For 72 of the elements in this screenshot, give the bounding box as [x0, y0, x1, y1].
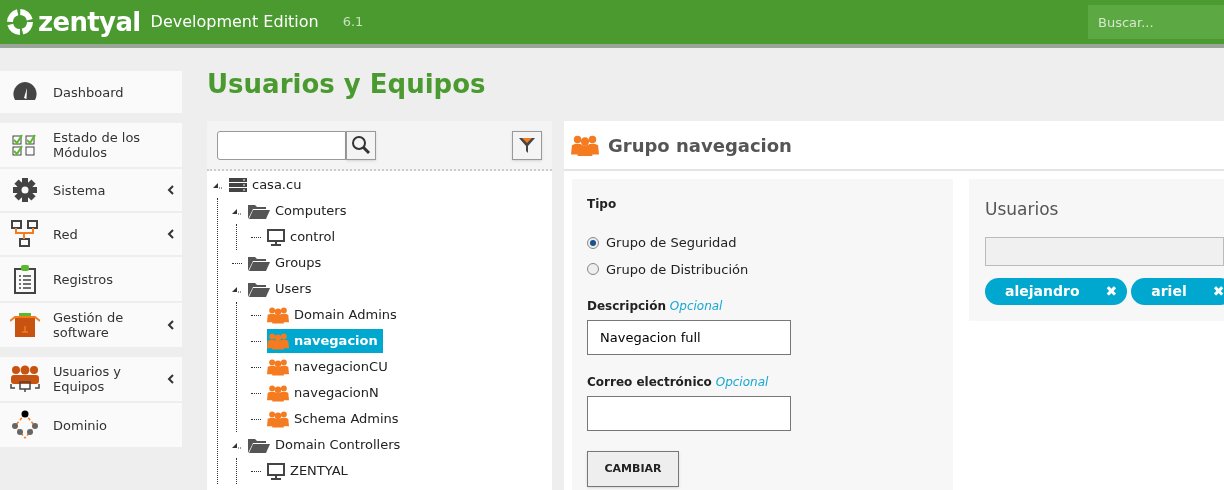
tree-node[interactable]: casa.cu — [229, 173, 307, 197]
logo-icon — [6, 8, 34, 36]
expanded-icon[interactable] — [232, 285, 242, 293]
chevron-icon — [167, 185, 174, 195]
tree-node[interactable]: Schema Admins — [267, 407, 404, 431]
folder-icon — [248, 437, 270, 453]
expanded-icon[interactable] — [232, 441, 242, 449]
sidebar-item[interactable]: Dominio — [0, 403, 182, 449]
server-icon — [229, 178, 247, 192]
tree-node[interactable]: control — [267, 225, 341, 249]
edition-label: Development Edition — [150, 11, 319, 33]
sidebar-item[interactable]: Red — [0, 213, 182, 257]
network-icon — [11, 220, 39, 248]
field-label: Descripción Opcional — [587, 298, 724, 315]
tree-node[interactable]: Groups — [248, 251, 327, 275]
field-label: Correo electrónico Opcional — [587, 374, 770, 391]
tree-node[interactable]: Users — [248, 277, 317, 301]
monitor-icon — [267, 462, 285, 480]
folder-icon — [248, 281, 270, 297]
chevron-icon — [167, 229, 174, 239]
search-button[interactable] — [346, 130, 376, 160]
group-icon — [267, 410, 289, 428]
folder-icon — [248, 203, 270, 219]
change-button[interactable]: CAMBIAR — [587, 451, 679, 487]
tree-search-field[interactable] — [217, 130, 346, 160]
tree-node[interactable]: navegacionN — [267, 381, 384, 405]
folder-icon — [248, 255, 270, 271]
filter-icon — [518, 136, 536, 154]
sidebar-item[interactable]: Usuarios y Equipos — [0, 357, 182, 403]
sidebar-item[interactable]: Sistema — [0, 169, 182, 213]
members-field[interactable] — [985, 236, 1224, 266]
radio-label: Grupo de Distribución — [606, 260, 749, 279]
logo-text: zentyal — [38, 5, 141, 39]
group-icon — [267, 358, 289, 376]
chevron-icon — [167, 320, 174, 330]
tree-icon — [9, 410, 41, 440]
tree-node[interactable]: Domain Controllers — [248, 433, 406, 457]
tree-node[interactable]: ZENTYAL — [267, 459, 353, 483]
tree-node[interactable]: Computers — [248, 199, 352, 223]
radio-button[interactable] — [587, 263, 599, 276]
monitor-icon — [267, 228, 285, 246]
radio-label: Grupo de Seguridad — [606, 234, 737, 252]
expanded-icon[interactable] — [213, 181, 223, 189]
sidebar-item[interactable]: Registros — [0, 257, 182, 303]
users-computer-icon — [9, 365, 41, 393]
group-icon — [267, 306, 289, 324]
checklist-icon — [12, 134, 38, 156]
text-field[interactable]: Navegacion full — [587, 320, 791, 355]
tree-node[interactable]: navegacionCU — [267, 355, 393, 379]
page-title: Usuarios y Equipos — [207, 68, 487, 101]
expanded-icon[interactable] — [232, 207, 242, 215]
detail-title: Grupo navegacion — [608, 133, 792, 158]
sidebar-item[interactable]: Estado de los Módulos — [0, 123, 182, 169]
clipboard-icon — [13, 264, 37, 294]
group-icon — [267, 332, 289, 350]
chevron-icon — [167, 374, 174, 384]
type-label: Tipo — [587, 196, 618, 213]
sidebar-item[interactable]: Dashboard — [0, 71, 182, 115]
member-tag: ariel ✖ — [1131, 277, 1224, 305]
text-field[interactable] — [587, 396, 791, 431]
search-icon — [351, 135, 371, 155]
package-icon — [10, 312, 40, 338]
sidebar-item[interactable]: Gestión de software — [0, 303, 182, 349]
filter-button[interactable] — [512, 130, 542, 160]
group-icon — [267, 384, 289, 402]
tree-node[interactable]: Domain Admins — [267, 303, 402, 327]
search-field[interactable]: Buscar... — [1088, 5, 1224, 39]
version-label: 6.1 — [342, 13, 364, 32]
member-tag: alejandro ✖ — [985, 277, 1128, 305]
members-title: Usuarios — [985, 199, 1059, 219]
group-icon — [571, 133, 599, 157]
radio-button[interactable] — [587, 236, 599, 249]
